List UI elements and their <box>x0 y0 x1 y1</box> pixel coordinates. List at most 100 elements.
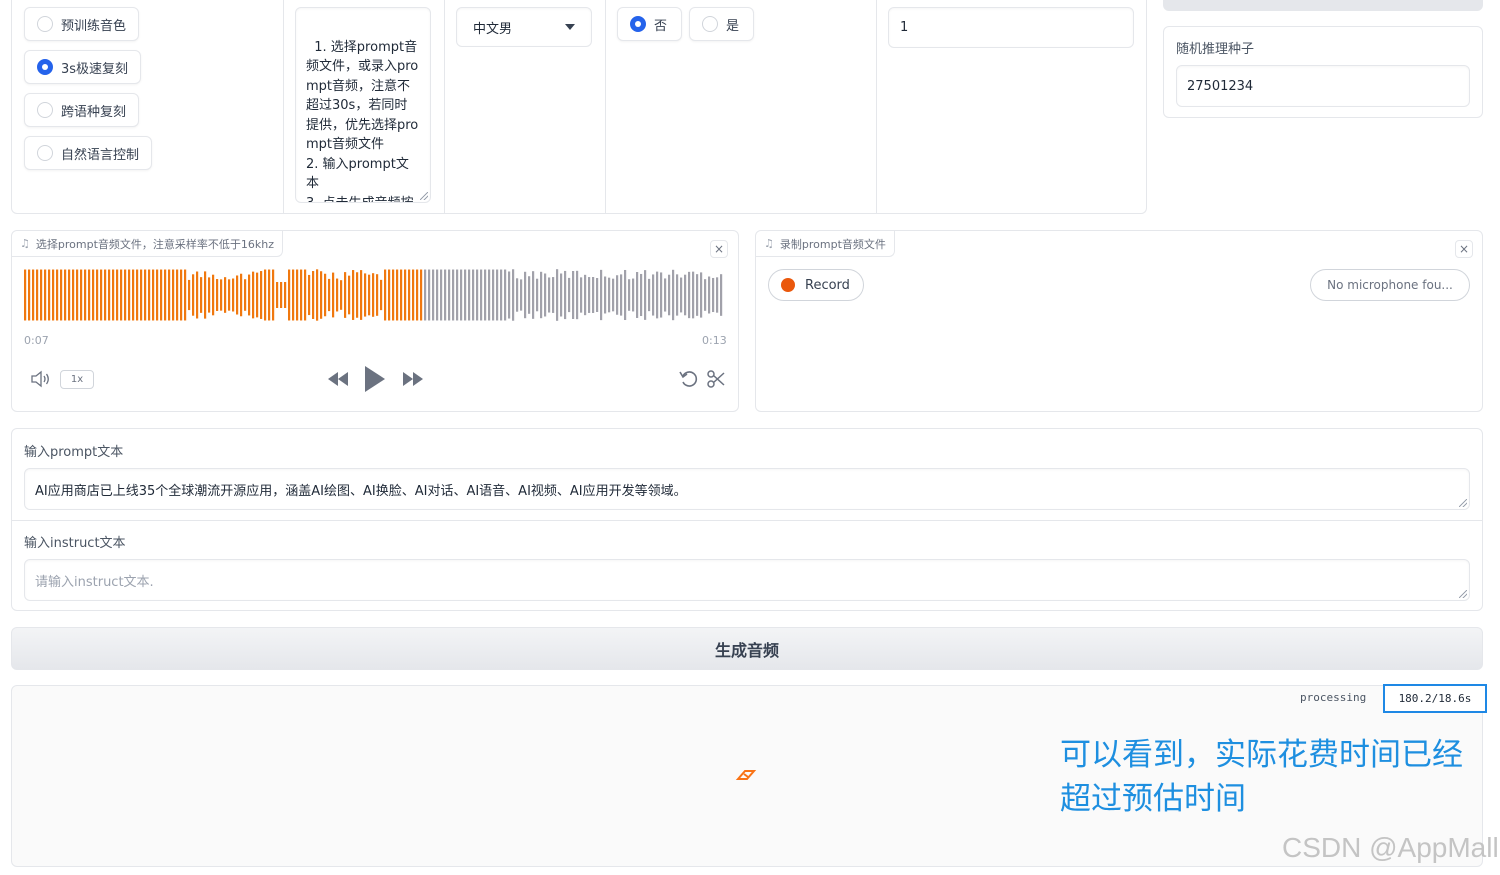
waveform-bar <box>44 269 47 321</box>
waveform-bar <box>628 279 631 311</box>
seed-button-bar[interactable] <box>1163 0 1483 11</box>
stream-option-no[interactable]: 否 <box>617 7 683 41</box>
prompt-text-input[interactable]: AI应用商店已上线35个全球潮流开源应用，涵盖AI绘图、AI换脸、AI对话、AI… <box>24 468 1470 510</box>
waveform-bar <box>488 269 491 321</box>
radio-icon[interactable] <box>702 16 718 32</box>
waveform-bar <box>80 269 83 321</box>
scissors-icon[interactable] <box>706 369 726 389</box>
waveform-bar <box>528 276 531 314</box>
waveform-bar <box>712 277 715 313</box>
seed-input[interactable]: 27501234 <box>1176 65 1470 107</box>
waveform-bar <box>164 269 167 321</box>
waveform-bar <box>328 278 331 312</box>
waveform-bar <box>76 269 79 321</box>
speed-input[interactable]: 1 <box>888 7 1134 48</box>
waveform-bar <box>392 269 395 321</box>
waveform-bar <box>32 269 35 321</box>
undo-icon[interactable] <box>679 369 699 389</box>
waveform-bar <box>220 279 223 311</box>
stream-option-label: 是 <box>726 18 740 34</box>
waveform-bar <box>356 272 359 318</box>
divider <box>876 0 877 213</box>
seed-value: 27501234 <box>1187 78 1254 94</box>
upload-audio-tag-text: 选择prompt音频文件，注意采样率不低于16khz <box>35 237 274 251</box>
waveform-bar <box>300 269 303 321</box>
fast-forward-icon[interactable] <box>401 370 425 388</box>
record-button[interactable]: Record <box>768 269 864 301</box>
waveform-bar <box>552 277 555 313</box>
waveform-bar <box>656 271 659 319</box>
instructions-text: 1. 选择prompt音频文件，或录入prompt音频，注意不超过30s，若同时… <box>306 39 419 203</box>
waveform-bar <box>632 278 635 312</box>
waveform-bar <box>36 269 39 321</box>
audio-waveform[interactable] <box>24 269 724 321</box>
waveform-bar <box>144 269 147 321</box>
mode-option-3s-clone[interactable]: 3s极速复刻 <box>24 50 142 84</box>
waveform-bar <box>560 273 563 317</box>
radio-icon[interactable] <box>37 145 53 161</box>
rewind-icon[interactable] <box>326 370 350 388</box>
instructions-textarea[interactable]: 1. 选择prompt音频文件，或录入prompt音频，注意不超过30s，若同时… <box>295 7 431 203</box>
mode-option-pretrained[interactable]: 预训练音色 <box>24 7 140 41</box>
close-icon[interactable]: × <box>1455 240 1473 258</box>
waveform-bar <box>240 273 243 317</box>
waveform-bar <box>408 269 411 321</box>
waveform-bar <box>188 279 191 311</box>
waveform-bar <box>360 270 363 320</box>
mode-option-instruct[interactable]: 自然语言控制 <box>24 136 153 170</box>
waveform-bar <box>368 274 371 316</box>
waveform-bar <box>700 272 703 318</box>
waveform-bar <box>612 278 615 312</box>
waveform-bar <box>688 271 691 319</box>
radio-selected-icon[interactable] <box>37 59 53 75</box>
prompt-text-label: 输入prompt文本 <box>24 445 124 460</box>
speaker-dropdown[interactable]: 中文男 <box>456 7 592 47</box>
stream-option-yes[interactable]: 是 <box>689 7 755 41</box>
waveform-bar <box>340 280 343 310</box>
waveform-bar <box>104 269 107 321</box>
radio-icon[interactable] <box>37 102 53 118</box>
waveform-bar <box>376 274 379 316</box>
waveform-bar <box>436 269 439 321</box>
waveform-bar <box>444 269 447 321</box>
waveform-bar <box>128 269 131 321</box>
waveform-bar <box>108 269 111 321</box>
waveform-bar <box>452 269 455 321</box>
resize-handle-icon[interactable] <box>420 192 428 200</box>
instruct-text-input[interactable]: 请输入instruct文本. <box>24 559 1470 601</box>
waveform-bar <box>620 274 623 316</box>
waveform-bar <box>112 269 115 321</box>
mode-option-cross-lingual[interactable]: 跨语种复刻 <box>24 93 140 127</box>
waveform-bar <box>232 278 235 312</box>
waveform-bar <box>648 278 651 312</box>
waveform-bar <box>508 271 511 319</box>
waveform-bar <box>448 269 451 321</box>
close-icon[interactable]: × <box>710 240 728 258</box>
waveform-bar <box>668 274 671 316</box>
waveform-bar <box>288 269 291 321</box>
instruct-text-label: 输入instruct文本 <box>24 536 126 551</box>
resize-handle-icon[interactable] <box>1459 499 1467 507</box>
waveform-bar <box>132 269 135 321</box>
waveform-bar <box>236 275 239 315</box>
radio-selected-icon[interactable] <box>630 16 646 32</box>
waveform-bar <box>476 269 479 321</box>
resize-handle-icon[interactable] <box>1459 590 1467 598</box>
generate-audio-button[interactable]: 生成音频 <box>11 627 1483 670</box>
waveform-bar <box>672 269 675 321</box>
seed-panel: 随机推理种子 27501234 <box>1163 26 1483 118</box>
waveform-bar <box>248 274 251 316</box>
waveform-bar <box>544 273 547 317</box>
waveform-bar <box>312 271 315 319</box>
waveform-bar <box>256 272 259 318</box>
waveform-bar <box>548 277 551 313</box>
microphone-select[interactable]: No microphone fou... <box>1310 269 1470 301</box>
playback-rate-button[interactable]: 1x <box>60 370 94 389</box>
volume-icon[interactable] <box>30 370 52 388</box>
waveform-bar <box>208 277 211 313</box>
waveform-bar <box>416 269 419 321</box>
waveform-bar <box>116 269 119 321</box>
waveform-bar <box>636 272 639 318</box>
play-icon[interactable] <box>363 364 387 394</box>
radio-icon[interactable] <box>37 16 53 32</box>
